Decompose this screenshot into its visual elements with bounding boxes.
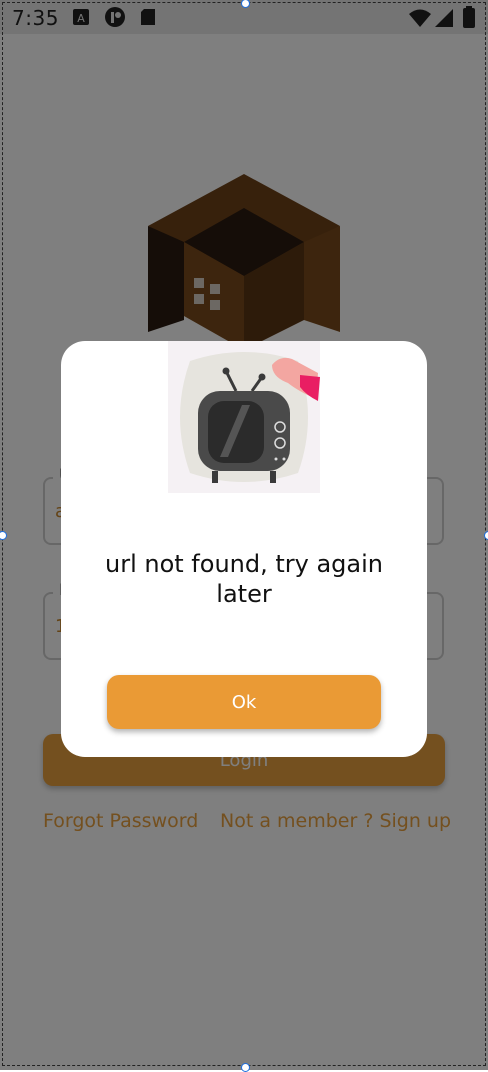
tv-icon <box>180 352 320 483</box>
tv-illustration <box>168 341 320 493</box>
error-message: url not found, try again later <box>105 550 383 608</box>
resize-handle-bottom[interactable] <box>241 1063 250 1072</box>
ok-button[interactable]: Ok <box>107 675 381 729</box>
error-dialog: url not found, try again later Ok <box>61 341 427 757</box>
resize-handle-right[interactable] <box>484 531 488 540</box>
